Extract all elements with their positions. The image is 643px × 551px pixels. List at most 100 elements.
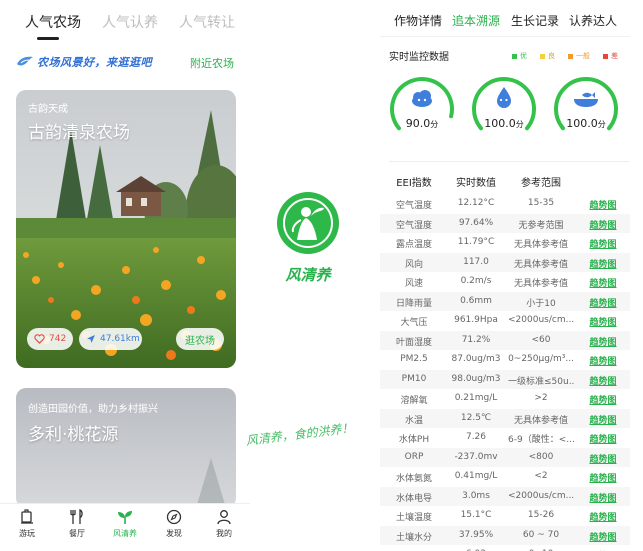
nav-item-tour[interactable]: 游玩 bbox=[5, 509, 49, 539]
trend-link[interactable]: 趋势图 bbox=[588, 491, 618, 504]
metric-range: >2 bbox=[534, 393, 548, 403]
brand-logo-icon bbox=[277, 192, 339, 254]
gauge-value: 100.0分 bbox=[470, 117, 538, 130]
like-count: 742 bbox=[49, 334, 67, 344]
nearby-farms-link[interactable]: 附近农场 bbox=[190, 55, 234, 71]
table-row: 露点温度 11.79°C 无具体参考值 趋势图 bbox=[380, 233, 630, 253]
metric-value: 0.41mg/L bbox=[454, 471, 498, 481]
farm-tabs: 人气农场 人气认养 人气转让 bbox=[25, 12, 250, 32]
trend-link[interactable]: 趋势图 bbox=[588, 354, 618, 367]
metric-name: ORP bbox=[404, 451, 424, 462]
legend-item: 一般 bbox=[568, 51, 590, 61]
gauge-unit: 分 bbox=[430, 120, 439, 129]
trend-link[interactable]: 趋势图 bbox=[588, 413, 618, 426]
gauge-unit: 分 bbox=[515, 120, 524, 129]
metric-value: 97.64% bbox=[458, 217, 494, 228]
metric-name: 土壤温度 bbox=[395, 513, 432, 523]
trend-link[interactable]: 趋势图 bbox=[588, 452, 618, 465]
trend-link[interactable]: 趋势图 bbox=[588, 257, 618, 270]
nav-item-fengqingyang[interactable]: 风清养 bbox=[103, 509, 147, 539]
metric-name: 水温 bbox=[404, 415, 423, 426]
sprout-icon bbox=[118, 511, 132, 524]
trend-link[interactable]: 趋势图 bbox=[588, 198, 618, 211]
tab-crop-details[interactable]: 作物详情 bbox=[394, 12, 442, 29]
trend-link[interactable]: 趋势图 bbox=[588, 218, 618, 231]
restaurant-icon bbox=[70, 509, 83, 524]
trend-link[interactable]: 趋势图 bbox=[588, 315, 618, 328]
compass-icon bbox=[166, 509, 182, 525]
table-row: 空气温度 12.12°C 15-35 趋势图 bbox=[380, 194, 630, 214]
table-row: 日降雨量 0.6mm 小于10 趋势图 bbox=[380, 291, 630, 311]
trend-link[interactable]: 趋势图 bbox=[588, 296, 618, 309]
gauge-ring bbox=[390, 77, 454, 131]
legend-label: 差 bbox=[611, 52, 618, 60]
water-quality-gauge: 100.0分 bbox=[470, 75, 538, 143]
tab-divider bbox=[380, 36, 630, 37]
nav-item-discover[interactable]: 发现 bbox=[152, 509, 196, 539]
metric-value: 71.2% bbox=[461, 334, 491, 345]
traceability-screen: 作物详情 追本溯源 生长记录 认养达人 实时监控数据 优 良 一般 差 90.0… bbox=[380, 0, 643, 551]
metric-range: 无具体参考值 bbox=[513, 259, 568, 270]
metric-range: 6-9（酸性：<... bbox=[508, 435, 574, 445]
metric-value: 117.0 bbox=[463, 256, 489, 267]
metric-name: 水体氨氮 bbox=[395, 474, 432, 484]
trend-link[interactable]: 趋势图 bbox=[588, 530, 618, 543]
tab-popular-transfer[interactable]: 人气转让 bbox=[179, 12, 235, 32]
bird-icon bbox=[17, 56, 33, 66]
farm-card[interactable]: 创造田园价值，助力乡村振兴 多利·桃花源 bbox=[16, 388, 236, 508]
water-drop-icon bbox=[497, 87, 511, 108]
metric-name: 溶解氧 bbox=[400, 396, 428, 406]
metric-range: <800 bbox=[528, 451, 554, 462]
trend-link[interactable]: 趋势图 bbox=[588, 510, 618, 523]
header-value: 实时数值 bbox=[456, 178, 496, 189]
metric-value: 98.0ug/m3 bbox=[451, 373, 501, 384]
tab-adoption-expert[interactable]: 认养达人 bbox=[569, 12, 617, 29]
tab-growth-record[interactable]: 生长记录 bbox=[511, 12, 559, 29]
gauge-score: 100.0 bbox=[484, 117, 516, 130]
metric-value: 0.6mm bbox=[460, 295, 492, 306]
brand-logo: 风清养 bbox=[275, 190, 341, 290]
metric-value: 3.0ms bbox=[462, 490, 490, 501]
trend-link[interactable]: 趋势图 bbox=[588, 471, 618, 484]
farm-title: 多利·桃花源 bbox=[28, 425, 119, 445]
metric-name: 日降雨量 bbox=[395, 298, 432, 309]
nav-item-mine[interactable]: 我的 bbox=[202, 509, 246, 539]
legend-swatch bbox=[512, 53, 517, 59]
metric-range: 0~250μg/m³... bbox=[508, 354, 574, 364]
farm-card[interactable]: 古韵天成 古韵清泉农场 742 47.61km 逛农场 bbox=[16, 90, 236, 368]
trend-link[interactable]: 趋势图 bbox=[588, 393, 618, 406]
like-count-pill[interactable]: 742 bbox=[27, 328, 73, 350]
legend-item: 优 bbox=[512, 51, 527, 61]
legend-swatch bbox=[540, 53, 545, 59]
trend-link[interactable]: 趋势图 bbox=[588, 432, 618, 445]
table-row: PM2.5 87.0ug/m3 0~250μg/m³... 趋势图 bbox=[380, 350, 630, 370]
trend-link[interactable]: 趋势图 bbox=[588, 335, 618, 348]
gauge-ring bbox=[472, 77, 536, 131]
metric-range: 无参考范围 bbox=[518, 220, 564, 231]
table-row: PM10 98.0ug/m3 一级标准≤50u... 趋势图 bbox=[380, 369, 630, 389]
tab-trace-source[interactable]: 追本溯源 bbox=[452, 12, 500, 29]
metric-range: 无具体参考值 bbox=[513, 240, 568, 250]
monitor-title: 实时监控数据 bbox=[389, 52, 449, 63]
legend-item: 良 bbox=[540, 51, 555, 61]
metric-name: 大气压 bbox=[400, 318, 428, 328]
metric-name: 叶面湿度 bbox=[395, 337, 432, 348]
metric-name: 空气温度 bbox=[395, 201, 432, 211]
trend-link[interactable]: 趋势图 bbox=[588, 374, 618, 387]
legend-swatch bbox=[603, 53, 608, 59]
metric-range: 无具体参考值 bbox=[513, 279, 568, 289]
visit-farm-button[interactable]: 逛农场 bbox=[176, 328, 224, 350]
table-row: 水温 12.5℃ 无具体参考值 趋势图 bbox=[380, 408, 630, 428]
nav-item-restaurant[interactable]: 餐厅 bbox=[55, 509, 99, 539]
farm-list-screen: 人气农场 人气认养 人气转让 农场风景好，来逛逛吧 附近农场 古韵天成 古韵清泉… bbox=[0, 0, 250, 551]
table-row: 水体PH 7.26 6-9（酸性：<... 趋势图 bbox=[380, 428, 630, 448]
table-body: 空气温度 12.12°C 15-35 趋势图 空气湿度 97.64% 无参考范围 趋势图 露点温… bbox=[380, 194, 630, 551]
tab-popular-adopt[interactable]: 人气认养 bbox=[102, 12, 158, 32]
trend-link[interactable]: 趋势图 bbox=[588, 237, 618, 250]
metric-range: 无具体参考值 bbox=[513, 415, 568, 426]
trend-link[interactable]: 趋势图 bbox=[588, 276, 618, 289]
tab-popular-farm[interactable]: 人气农场 bbox=[25, 12, 81, 32]
legend-label: 一般 bbox=[576, 52, 590, 60]
table-row: 溶解氧 0.21mg/L >2 趋势图 bbox=[380, 389, 630, 409]
heart-icon bbox=[34, 334, 45, 344]
